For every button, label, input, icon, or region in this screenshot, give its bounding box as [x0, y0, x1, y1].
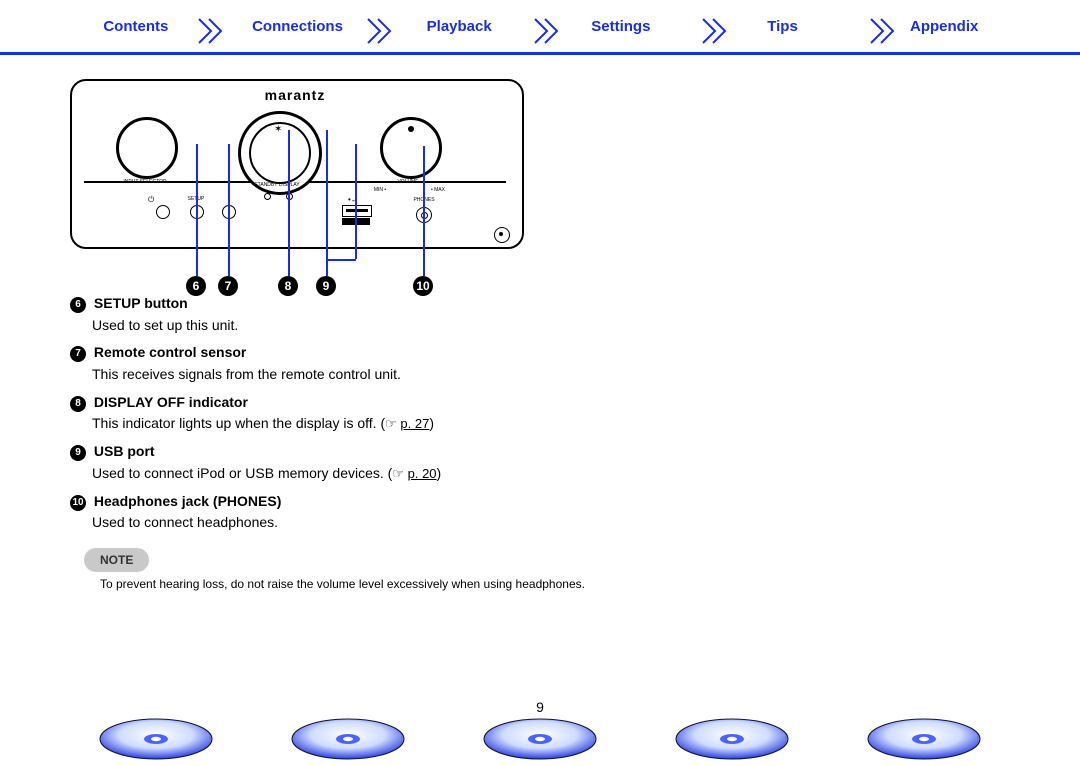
callout-badge: 7: [70, 346, 86, 362]
label-setup: SETUP: [182, 196, 210, 202]
label-volume-min: MIN •: [370, 187, 390, 193]
desc-item-7: 7 Remote control sensor This receives si…: [70, 342, 630, 385]
usb-port-graphic: [342, 205, 372, 217]
callout-badge: 10: [70, 495, 86, 511]
desc-item-9: 9 USB port Used to connect iPod or USB m…: [70, 441, 630, 484]
desc-body: Used to connect headphones.: [92, 512, 630, 534]
label-volume-max: • MAX: [426, 187, 450, 193]
label-volume: VOLUME: [388, 179, 428, 185]
tab-playback[interactable]: Playback: [378, 18, 540, 35]
label-input-selector: INPUT SELECTOR: [120, 179, 170, 185]
reference-icon: ☞: [385, 416, 397, 431]
page-footer: 9: [0, 691, 1080, 761]
tab-connections[interactable]: Connections: [217, 18, 379, 35]
tab-appendix[interactable]: Appendix: [863, 18, 1025, 35]
desc-text: This indicator lights up when the displa…: [92, 415, 385, 431]
desc-body: Used to connect iPod or USB memory devic…: [92, 463, 630, 485]
desc-body: This indicator lights up when the displa…: [92, 413, 630, 435]
device-illustration: marantz INPUT SELECTOR VOLUME MIN • • MA…: [70, 73, 520, 253]
desc-title: USB port: [94, 443, 155, 459]
usb-icon: •←: [348, 195, 359, 204]
desc-tail: ): [437, 465, 442, 481]
desc-body: This receives signals from the remote co…: [92, 364, 630, 386]
screw-icon: [494, 227, 510, 243]
desc-title: DISPLAY OFF indicator: [94, 394, 248, 410]
power-button-graphic: [156, 205, 170, 219]
tab-contents[interactable]: Contents: [55, 18, 217, 35]
desc-title: SETUP button: [94, 295, 188, 311]
power-icon: ⏻: [148, 195, 154, 205]
disc-nav-icon[interactable]: [672, 711, 792, 761]
usb-label-graphic: [342, 218, 370, 225]
note-text: To prevent hearing loss, do not raise th…: [100, 576, 620, 593]
volume-knob: [380, 117, 442, 179]
desc-title: Headphones jack (PHONES): [94, 493, 282, 509]
tab-tips[interactable]: Tips: [702, 18, 864, 35]
desc-title: Remote control sensor: [94, 344, 246, 360]
disc-nav-icon[interactable]: [480, 711, 600, 761]
label-standby-display: STANDBY DISPLAY: [244, 182, 310, 188]
callout-descriptions: 6 SETUP button Used to set up this unit.…: [70, 293, 630, 593]
callout-badge: 6: [70, 297, 86, 313]
disc-nav-icon[interactable]: [864, 711, 984, 761]
desc-tail: ): [429, 415, 434, 431]
note-badge: NOTE: [84, 548, 149, 573]
page-reference-link[interactable]: p. 27: [400, 416, 429, 431]
desc-body: Used to set up this unit.: [92, 315, 630, 337]
remote-sensor-graphic: [222, 205, 236, 219]
callout-badge: 9: [70, 445, 86, 461]
input-selector-knob: [116, 117, 178, 179]
brand-logo: marantz: [70, 87, 520, 103]
display-off-led-graphic: [286, 193, 293, 200]
reference-icon: ☞: [392, 466, 404, 481]
standby-led-graphic: [264, 193, 271, 200]
setup-button-graphic: [190, 205, 204, 219]
page-reference-link[interactable]: p. 20: [408, 466, 437, 481]
desc-item-8: 8 DISPLAY OFF indicator This indicator l…: [70, 392, 630, 435]
phones-jack-graphic: [416, 207, 432, 223]
breadcrumb-tabbar: Contents Connections Playback Settings T…: [0, 0, 1080, 55]
desc-text: Used to connect iPod or USB memory devic…: [92, 465, 392, 481]
desc-item-10: 10 Headphones jack (PHONES) Used to conn…: [70, 491, 630, 534]
callout-badge: 8: [70, 396, 86, 412]
label-phones: PHONES: [406, 197, 442, 203]
disc-nav-icon[interactable]: [288, 711, 408, 761]
disc-nav-icon[interactable]: [96, 711, 216, 761]
tab-settings[interactable]: Settings: [540, 18, 702, 35]
desc-item-6: 6 SETUP button Used to set up this unit.: [70, 293, 630, 336]
